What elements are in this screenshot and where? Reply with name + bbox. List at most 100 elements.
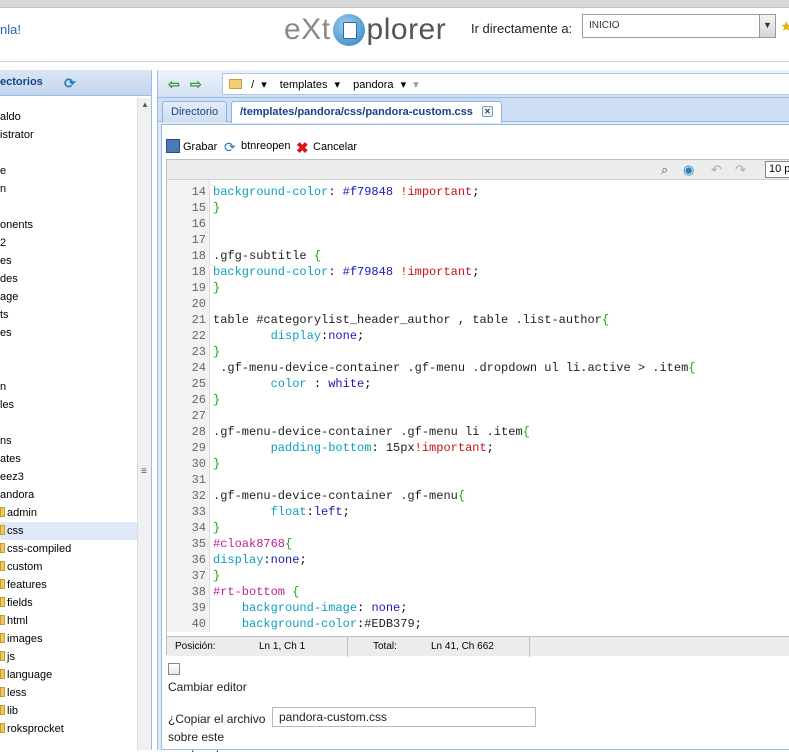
code-line[interactable]: 18 .gfg-subtitle {: [167, 248, 789, 264]
tree-item[interactable]: [0, 414, 137, 432]
code-line[interactable]: 27: [167, 408, 789, 424]
tree-item[interactable]: age: [0, 288, 137, 306]
tree-scrollbar[interactable]: ▲ ≡: [137, 98, 151, 750]
goto-select[interactable]: INICIO ▼: [582, 14, 776, 38]
tab-directorio[interactable]: Directorio: [162, 101, 228, 122]
code-line[interactable]: 21 table #categorylist_header_author , ta…: [167, 312, 789, 328]
tree-item[interactable]: less: [0, 684, 137, 702]
scroll-up-icon[interactable]: ▲: [141, 100, 149, 109]
tree-item-label: andora: [0, 489, 35, 501]
tree-item[interactable]: e: [0, 162, 137, 180]
tree-item[interactable]: roksprocket: [0, 720, 137, 738]
star-icon[interactable]: ★: [780, 18, 789, 35]
tree-item[interactable]: 2: [0, 234, 137, 252]
tree-item[interactable]: admin: [0, 504, 137, 522]
tree-item[interactable]: js: [0, 648, 137, 666]
refresh-icon[interactable]: ⟳: [64, 75, 76, 92]
tab-file-editor[interactable]: /templates/pandora/css/pandora-custom.cs…: [231, 101, 502, 123]
code-line[interactable]: 39 background-image: none;: [167, 600, 789, 616]
code-line[interactable]: 16: [167, 216, 789, 232]
tree-item[interactable]: onents: [0, 216, 137, 234]
tree-item[interactable]: aldo: [0, 108, 137, 126]
tree-item[interactable]: n: [0, 378, 137, 396]
undo-icon[interactable]: ↶: [711, 162, 722, 178]
path-segment[interactable]: templates: [280, 79, 328, 91]
code-line[interactable]: 34}: [167, 520, 789, 536]
copy-filename-input[interactable]: [272, 707, 536, 727]
code-line[interactable]: 22 display:none;: [167, 328, 789, 344]
code-line[interactable]: 40 background-color:#EDB379;: [167, 616, 789, 632]
tree-item[interactable]: [0, 145, 137, 163]
tree-item[interactable]: les: [0, 396, 137, 414]
code-line[interactable]: 32 .gf-menu-device-container .gf-menu{: [167, 488, 789, 504]
cancel-button[interactable]: ✖ Cancelar: [296, 139, 357, 157]
tree-item[interactable]: [0, 360, 137, 378]
code-area[interactable]: 14 background-color: #f79848 !important; 1…: [167, 180, 789, 632]
tree-item[interactable]: css: [0, 522, 137, 540]
tree-item[interactable]: ns: [0, 432, 137, 450]
code-line[interactable]: 26}: [167, 392, 789, 408]
tree-item[interactable]: custom: [0, 558, 137, 576]
path-separator-icon[interactable]: ▾: [413, 79, 419, 91]
path-separator-icon[interactable]: ▾: [401, 79, 407, 91]
font-size-select[interactable]: 10 p: [765, 161, 789, 178]
code-line[interactable]: 33 float:left;: [167, 504, 789, 520]
code-line[interactable]: 25 color : white;: [167, 376, 789, 392]
reopen-button[interactable]: ⟳ btnreopen: [224, 139, 291, 155]
code-line[interactable]: 15}: [167, 200, 789, 216]
code-line[interactable]: 24 .gf-menu-device-container .gf-menu .d…: [167, 360, 789, 376]
tree-item[interactable]: istrator: [0, 126, 137, 144]
path-separator-icon[interactable]: ▾: [335, 79, 341, 91]
path-breadcrumb[interactable]: / ▾ templates ▾ pandora ▾ ▾: [222, 73, 789, 95]
path-segment[interactable]: pandora: [353, 79, 393, 91]
code-line[interactable]: 17: [167, 232, 789, 248]
tree-item[interactable]: eez3: [0, 468, 137, 486]
code-line[interactable]: 23}: [167, 344, 789, 360]
tree-item[interactable]: features: [0, 576, 137, 594]
tree-item[interactable]: es: [0, 252, 137, 270]
tree-item[interactable]: es: [0, 324, 137, 342]
chevron-down-icon[interactable]: ▼: [759, 15, 775, 37]
tree-item-label: lib: [7, 705, 19, 717]
code-line[interactable]: 19}: [167, 280, 789, 296]
code-line[interactable]: 38 #rt-bottom {: [167, 584, 789, 600]
tree-item[interactable]: language: [0, 666, 137, 684]
tree-item[interactable]: [0, 342, 137, 360]
back-arrow-icon[interactable]: ⇦: [168, 76, 180, 93]
path-separator-icon[interactable]: ▾: [261, 79, 267, 91]
code-line[interactable]: 30}: [167, 456, 789, 472]
tree-item[interactable]: [0, 198, 137, 216]
goto-line-icon[interactable]: ◉: [683, 162, 694, 178]
code-line[interactable]: 29 padding-bottom: 15px!important;: [167, 440, 789, 456]
code-line[interactable]: 36 display:none;: [167, 552, 789, 568]
tree-item[interactable]: fields: [0, 594, 137, 612]
tree-item[interactable]: images: [0, 630, 137, 648]
tree-item[interactable]: andora: [0, 486, 137, 504]
code-line[interactable]: 31: [167, 472, 789, 488]
tree-item[interactable]: des: [0, 270, 137, 288]
redo-icon[interactable]: ↷: [735, 162, 746, 178]
forward-arrow-icon[interactable]: ⇨: [190, 76, 202, 93]
code-line[interactable]: 35 #cloak8768{: [167, 536, 789, 552]
path-root[interactable]: /: [251, 79, 254, 91]
welcome-link[interactable]: nla!: [0, 22, 21, 37]
tree-item[interactable]: lib: [0, 702, 137, 720]
code-line[interactable]: 18 background-color: #f79848 !important;: [167, 264, 789, 280]
tree-item[interactable]: ates: [0, 450, 137, 468]
tree-item[interactable]: n: [0, 180, 137, 198]
code-line[interactable]: 14 background-color: #f79848 !important;: [167, 184, 789, 200]
tree-item-label: onents: [0, 219, 34, 231]
tree-item[interactable]: ts: [0, 306, 137, 324]
code-line[interactable]: 28 .gf-menu-device-container .gf-menu li …: [167, 424, 789, 440]
tree-item[interactable]: css-compiled: [0, 540, 137, 558]
code-line[interactable]: 20: [167, 296, 789, 312]
change-editor-checkbox[interactable]: [168, 663, 180, 675]
code-line[interactable]: 37}: [167, 568, 789, 584]
save-button[interactable]: Grabar: [166, 139, 217, 153]
tree-body: aldo istrator e n onents 2 es des age ts es n les ns a…: [0, 98, 137, 750]
tree-item[interactable]: html: [0, 612, 137, 630]
binoculars-icon[interactable]: ⌕: [661, 162, 668, 178]
code-editor[interactable]: ⌕ ◉ ↶ ↷ 10 p 14 background-color: #f79848…: [166, 159, 789, 657]
close-icon[interactable]: ✕: [481, 106, 493, 117]
scroll-grip-icon[interactable]: ≡: [141, 466, 147, 477]
